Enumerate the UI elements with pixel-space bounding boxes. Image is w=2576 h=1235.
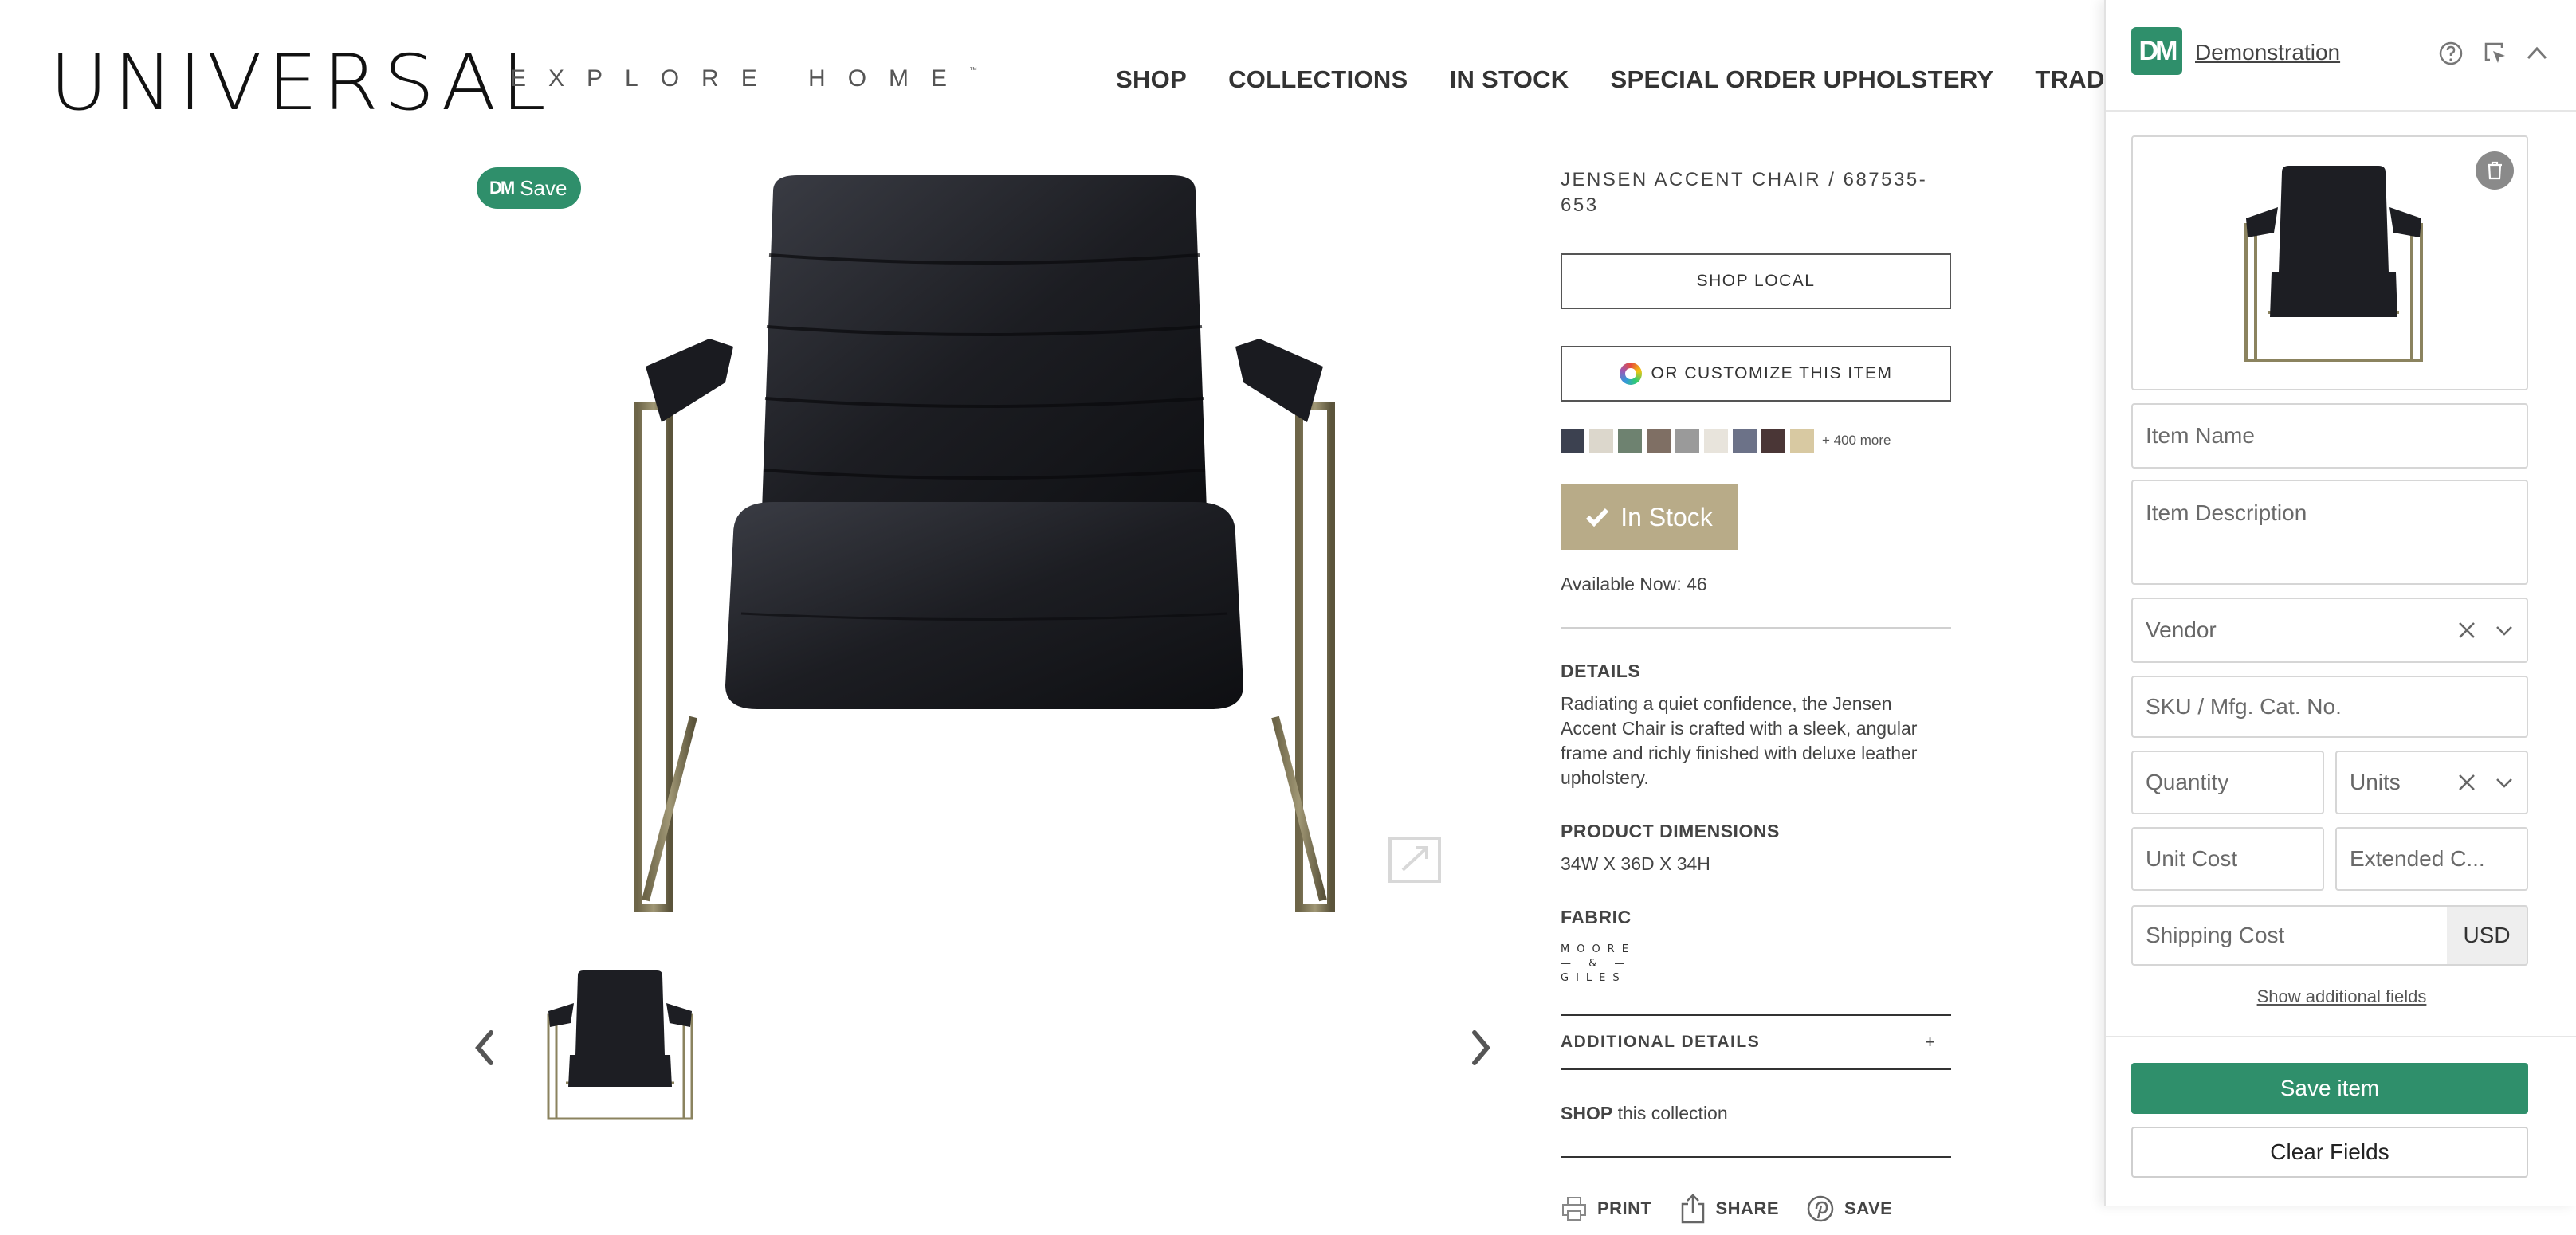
shop-local-button[interactable]: SHOP LOCAL bbox=[1561, 253, 1951, 309]
chevron-up-icon[interactable] bbox=[2523, 40, 2550, 67]
fabric-logo-line: — & — bbox=[1561, 958, 1632, 970]
share-icon bbox=[1681, 1194, 1704, 1224]
panel-header: DM Demonstration bbox=[2106, 0, 2576, 112]
in-stock-label: In Stock bbox=[1620, 502, 1713, 531]
print-button[interactable]: PRINT bbox=[1561, 1195, 1652, 1222]
share-label: SHARE bbox=[1715, 1198, 1780, 1218]
trademark-mark: ™ bbox=[969, 66, 978, 75]
dm-logo-icon: DM bbox=[489, 178, 515, 198]
vendor-placeholder: Vendor bbox=[2146, 618, 2217, 642]
available-now: Available Now: 46 bbox=[1561, 574, 1707, 594]
pinterest-save-label: SAVE bbox=[1844, 1198, 1893, 1218]
customize-item-button[interactable]: OR CUSTOMIZE THIS ITEM bbox=[1561, 346, 1951, 402]
fabric-swatches: + 400 more bbox=[1561, 429, 1951, 453]
vendor-select[interactable]: Vendor bbox=[2131, 598, 2528, 663]
main-nav: SHOP COLLECTIONS IN STOCK SPECIAL ORDER … bbox=[1116, 67, 2122, 92]
dm-clipper-panel: DM Demonstration Vendor bbox=[2104, 0, 2576, 1206]
divider bbox=[2106, 1036, 2576, 1037]
chair-image[interactable] bbox=[614, 167, 1355, 924]
details-text: Radiating a quiet confidence, the Jensen… bbox=[1561, 693, 1918, 788]
customize-label: OR CUSTOMIZE THIS ITEM bbox=[1651, 364, 1893, 382]
save-badge-label: Save bbox=[520, 175, 567, 200]
enlarge-icon[interactable] bbox=[1387, 835, 1443, 884]
fabric-logo-line: MOORE bbox=[1561, 943, 1636, 955]
dm-logo: DM bbox=[2131, 27, 2182, 75]
dimensions-heading: PRODUCT DIMENSIONS bbox=[1561, 821, 1780, 841]
save-item-button[interactable]: Save item bbox=[2131, 1063, 2528, 1114]
help-icon[interactable] bbox=[2437, 40, 2464, 67]
shop-collection-link[interactable]: SHOP this collection bbox=[1561, 1103, 1728, 1124]
fabric-heading: FABRIC bbox=[1561, 907, 1632, 927]
share-button[interactable]: SHARE bbox=[1679, 1193, 1780, 1225]
clear-fields-button[interactable]: Clear Fields bbox=[2131, 1127, 2528, 1178]
thumbnail[interactable] bbox=[542, 967, 698, 1127]
currency-label: USD bbox=[2447, 905, 2528, 966]
next-arrow-icon[interactable] bbox=[1467, 1028, 1495, 1068]
sku-input[interactable] bbox=[2131, 676, 2528, 738]
item-description-input[interactable] bbox=[2131, 480, 2528, 585]
extended-cost-input[interactable] bbox=[2335, 827, 2528, 891]
trash-icon bbox=[2488, 161, 2502, 180]
color-wheel-icon bbox=[1619, 363, 1642, 385]
select-element-icon[interactable] bbox=[2482, 40, 2509, 67]
pinterest-icon bbox=[1807, 1195, 1834, 1222]
item-image-preview bbox=[2131, 135, 2528, 390]
pinterest-save-button[interactable]: SAVE bbox=[1806, 1194, 1892, 1223]
shipping-cost-input[interactable] bbox=[2131, 905, 2448, 966]
chevron-down-icon bbox=[2496, 778, 2512, 788]
swatch[interactable] bbox=[1675, 429, 1699, 453]
quantity-input[interactable] bbox=[2131, 751, 2324, 814]
save-to-dm-button[interactable]: DM Save bbox=[477, 167, 582, 209]
swatch[interactable] bbox=[1704, 429, 1728, 453]
more-swatches-link[interactable]: + 400 more bbox=[1822, 433, 1891, 449]
project-link[interactable]: Demonstration bbox=[2195, 40, 2340, 65]
product-title: JENSEN ACCENT CHAIR / 687535-653 bbox=[1561, 169, 1928, 216]
printer-icon bbox=[1562, 1197, 1586, 1221]
shop-collection-row: SHOP this collection bbox=[1561, 1070, 1951, 1158]
print-label: PRINT bbox=[1597, 1198, 1652, 1218]
units-placeholder: Units bbox=[2350, 770, 2401, 794]
units-select[interactable]: Units bbox=[2335, 751, 2528, 814]
clear-icon[interactable] bbox=[2456, 772, 2477, 793]
shop-local-label: SHOP LOCAL bbox=[1696, 272, 1816, 290]
shop-collection-rest: this collection bbox=[1612, 1102, 1728, 1123]
swatch[interactable] bbox=[1733, 429, 1757, 453]
nav-collections[interactable]: COLLECTIONS bbox=[1228, 67, 1408, 92]
swatch[interactable] bbox=[1589, 429, 1613, 453]
site-logo-subtitle: EXPLORE HOME™ bbox=[510, 67, 977, 91]
swatch[interactable] bbox=[1561, 429, 1584, 453]
prev-arrow-icon[interactable] bbox=[470, 1028, 499, 1068]
site-logo[interactable]: UNIVERSAL bbox=[49, 45, 551, 121]
nav-special-order-upholstery[interactable]: SPECIAL ORDER UPHOLSTERY bbox=[1610, 67, 1993, 92]
chevron-down-icon bbox=[2496, 626, 2512, 636]
dimensions-text: 34W X 36D X 34H bbox=[1561, 853, 1710, 874]
item-preview-image bbox=[2244, 166, 2423, 362]
product-info: JENSEN ACCENT CHAIR / 687535-653 SHOP LO… bbox=[1561, 167, 1951, 1225]
unit-cost-input[interactable] bbox=[2131, 827, 2324, 891]
moore-giles-logo: MOORE — & — GILES bbox=[1561, 943, 1951, 986]
fabric-logo-line: GILES bbox=[1561, 972, 1627, 984]
swatch[interactable] bbox=[1790, 429, 1814, 453]
additional-details-label: ADDITIONAL DETAILS bbox=[1561, 1033, 1761, 1051]
swatch[interactable] bbox=[1647, 429, 1671, 453]
in-stock-badge: In Stock bbox=[1561, 484, 1738, 550]
swatch[interactable] bbox=[1618, 429, 1642, 453]
swatch[interactable] bbox=[1761, 429, 1785, 453]
nav-in-stock[interactable]: IN STOCK bbox=[1450, 67, 1569, 92]
details-heading: DETAILS bbox=[1561, 661, 1641, 681]
additional-details-toggle[interactable]: ADDITIONAL DETAILS + bbox=[1561, 1014, 1951, 1070]
item-name-input[interactable] bbox=[2131, 403, 2528, 469]
nav-shop[interactable]: SHOP bbox=[1116, 67, 1187, 92]
clear-icon[interactable] bbox=[2456, 620, 2477, 641]
delete-image-button[interactable] bbox=[2476, 151, 2514, 190]
checkmark-icon bbox=[1586, 508, 1609, 527]
show-additional-fields-link[interactable]: Show additional fields bbox=[2106, 986, 2576, 1007]
share-actions: PRINT SHARE SAVE bbox=[1561, 1193, 1951, 1225]
divider bbox=[1561, 627, 1951, 629]
shop-collection-bold: SHOP bbox=[1561, 1102, 1613, 1123]
plus-icon: + bbox=[1925, 1032, 1935, 1052]
logo-subtitle-text: EXPLORE HOME bbox=[510, 65, 970, 92]
